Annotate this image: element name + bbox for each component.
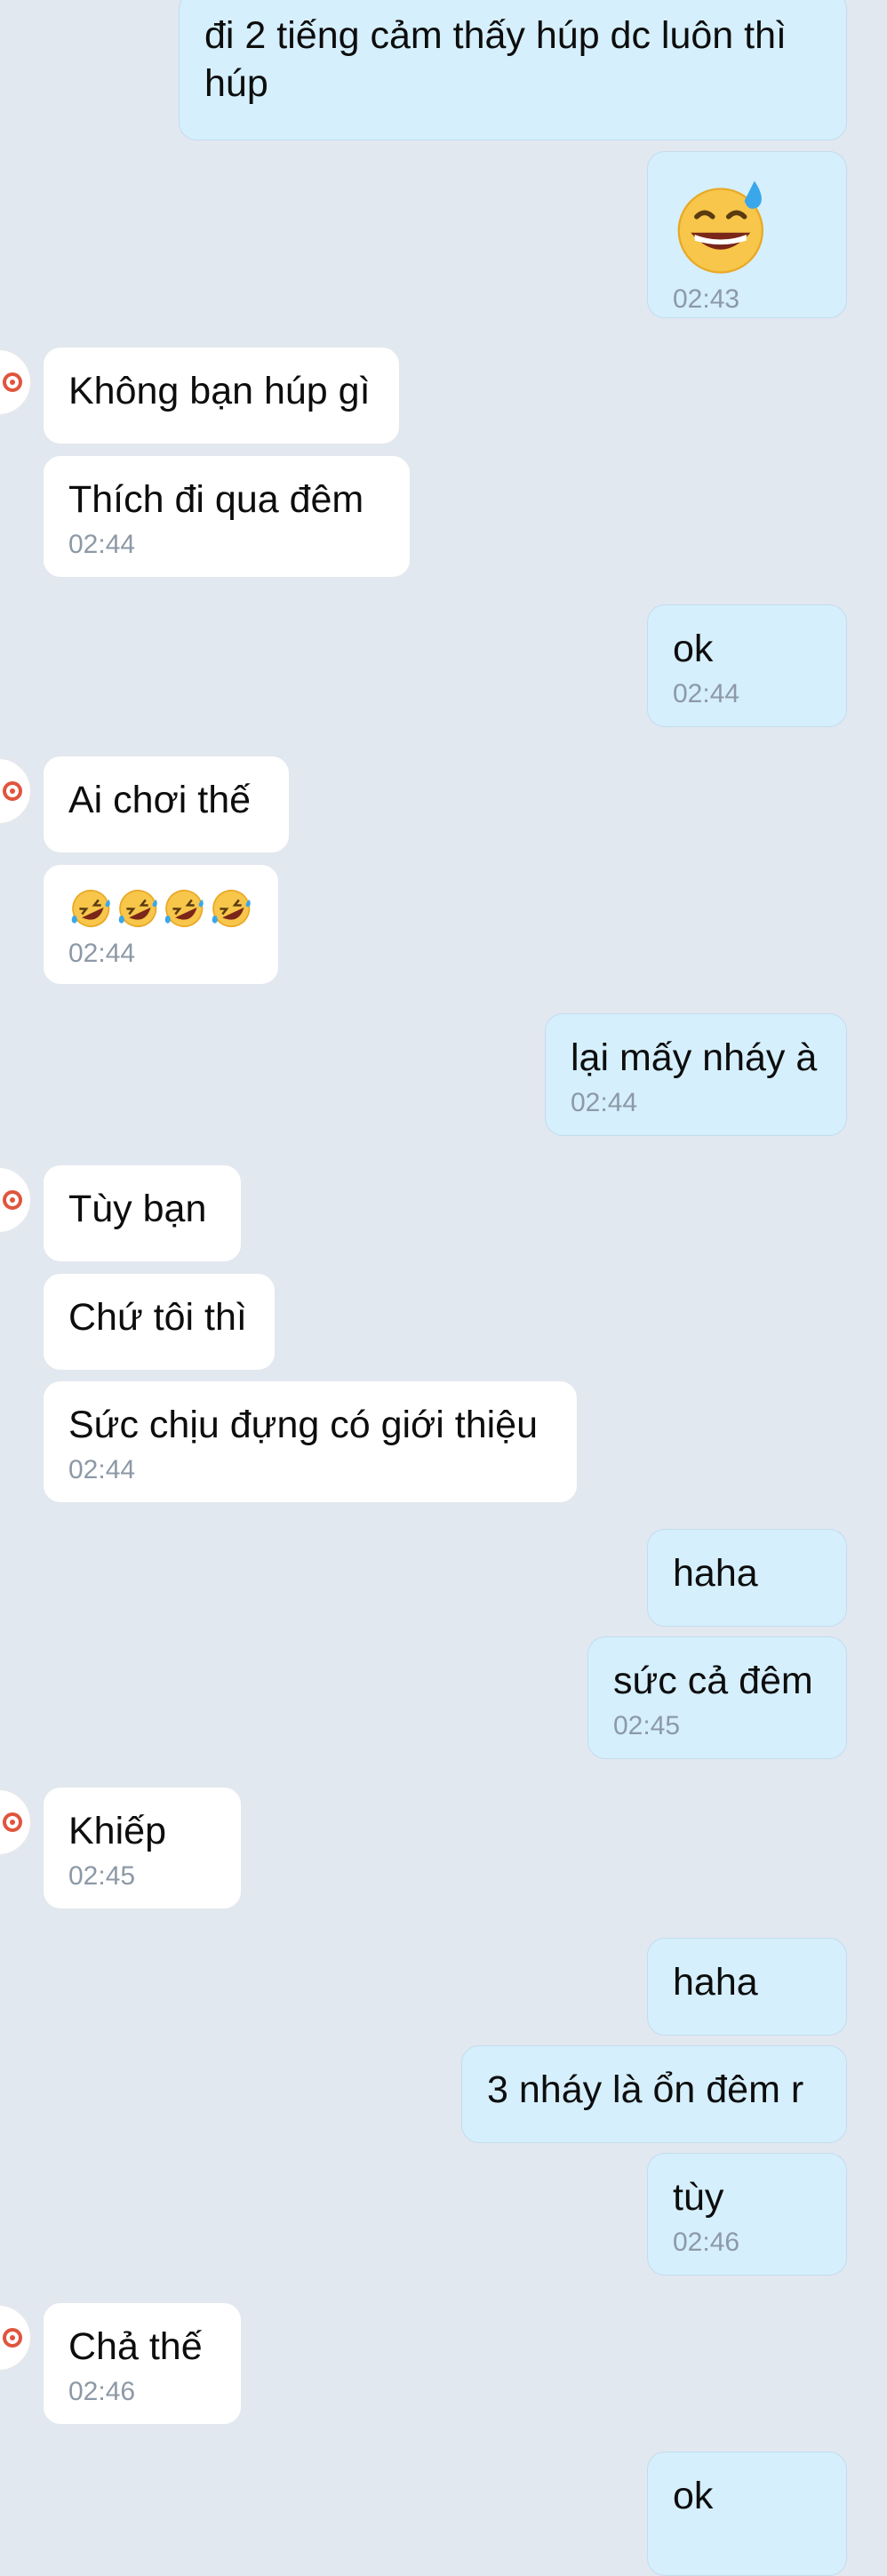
message-text: haha <box>673 1961 758 2004</box>
message-time: 02:45 <box>613 1711 681 1740</box>
message-time: 02:46 <box>68 2377 136 2406</box>
message-text: tùy <box>673 2176 724 2219</box>
message-bubble-incoming[interactable]: Chứ tôi thì <box>43 1273 276 1371</box>
avatar[interactable] <box>0 757 32 825</box>
message-text: Chả thế <box>68 2325 203 2368</box>
message-bubble-outgoing[interactable]: tùy 02:46 <box>647 2153 847 2276</box>
message-time: 02:44 <box>68 939 136 968</box>
message-text: Ai chơi thế <box>68 779 252 821</box>
emoji-row <box>68 884 253 932</box>
message-text: Khiếp <box>68 1810 166 1852</box>
message-time: 02:44 <box>68 1455 136 1484</box>
message-time: 02:43 <box>673 284 740 314</box>
message-bubble-outgoing[interactable]: lại mấy nháy à 02:44 <box>545 1013 847 1136</box>
message-bubble-outgoing[interactable]: 02:43 <box>647 151 847 318</box>
avatar[interactable] <box>0 348 32 416</box>
chat-message-list[interactable]: đi 2 tiếng cảm thấy húp dc luôn thì húp … <box>0 0 887 2576</box>
message-time: 02:44 <box>673 679 740 708</box>
message-text: Chứ tôi thì <box>68 1296 247 1339</box>
message-time: 02:46 <box>673 2228 740 2257</box>
rofl-emoji <box>164 889 204 928</box>
message-time: 02:44 <box>68 530 136 559</box>
message-text: Thích đi qua đêm <box>68 478 364 521</box>
message-bubble-incoming[interactable]: Sức chịu đựng có giới thiệu 02:44 <box>43 1380 578 1503</box>
message-bubble-incoming[interactable]: 02:44 <box>43 864 279 985</box>
message-text: Tùy bạn <box>68 1188 207 1230</box>
avatar[interactable] <box>0 1166 32 1234</box>
rofl-emoji <box>71 889 110 928</box>
message-text: haha <box>673 1552 758 1595</box>
message-text: ok <box>673 628 714 670</box>
message-bubble-outgoing[interactable]: ok <box>647 2452 847 2576</box>
message-bubble-incoming[interactable]: Thích đi qua đêm 02:44 <box>43 455 411 578</box>
message-text: 3 nháy là ổn đêm r <box>487 2068 804 2111</box>
message-bubble-outgoing[interactable]: haha <box>647 1529 847 1627</box>
message-text: Không bạn húp gì <box>68 370 371 412</box>
message-text: Sức chịu đựng có giới thiệu <box>68 1404 538 1446</box>
message-bubble-outgoing[interactable]: haha <box>647 1938 847 2036</box>
message-bubble-incoming[interactable]: Tùy bạn <box>43 1164 242 1262</box>
message-text: sức cả đêm <box>613 1660 813 1702</box>
message-text: ok <box>673 2475 714 2517</box>
avatar[interactable] <box>0 2304 32 2372</box>
message-bubble-incoming[interactable]: Khiếp 02:45 <box>43 1787 242 1909</box>
message-text: đi 2 tiếng cảm thấy húp dc luôn thì húp <box>204 14 787 105</box>
message-bubble-incoming[interactable]: Chả thế 02:46 <box>43 2302 242 2425</box>
message-bubble-outgoing[interactable]: ok 02:44 <box>647 604 847 727</box>
rofl-emoji <box>118 889 157 928</box>
message-bubble-outgoing[interactable]: sức cả đêm 02:45 <box>587 1636 847 1759</box>
message-text: lại mấy nháy à <box>571 1036 818 1079</box>
message-time: 02:45 <box>68 1861 136 1891</box>
message-bubble-outgoing[interactable]: 3 nháy là ổn đêm r <box>461 2045 847 2143</box>
message-time: 02:44 <box>571 1088 638 1117</box>
rofl-emoji <box>212 889 251 928</box>
message-bubble-incoming[interactable]: Không bạn húp gì <box>43 347 400 444</box>
avatar[interactable] <box>0 1788 32 1856</box>
grinning-sweat-emoji <box>677 180 763 274</box>
message-bubble-incoming[interactable]: Ai chơi thế <box>43 756 290 853</box>
message-bubble-outgoing[interactable]: đi 2 tiếng cảm thấy húp dc luôn thì húp <box>179 0 847 140</box>
